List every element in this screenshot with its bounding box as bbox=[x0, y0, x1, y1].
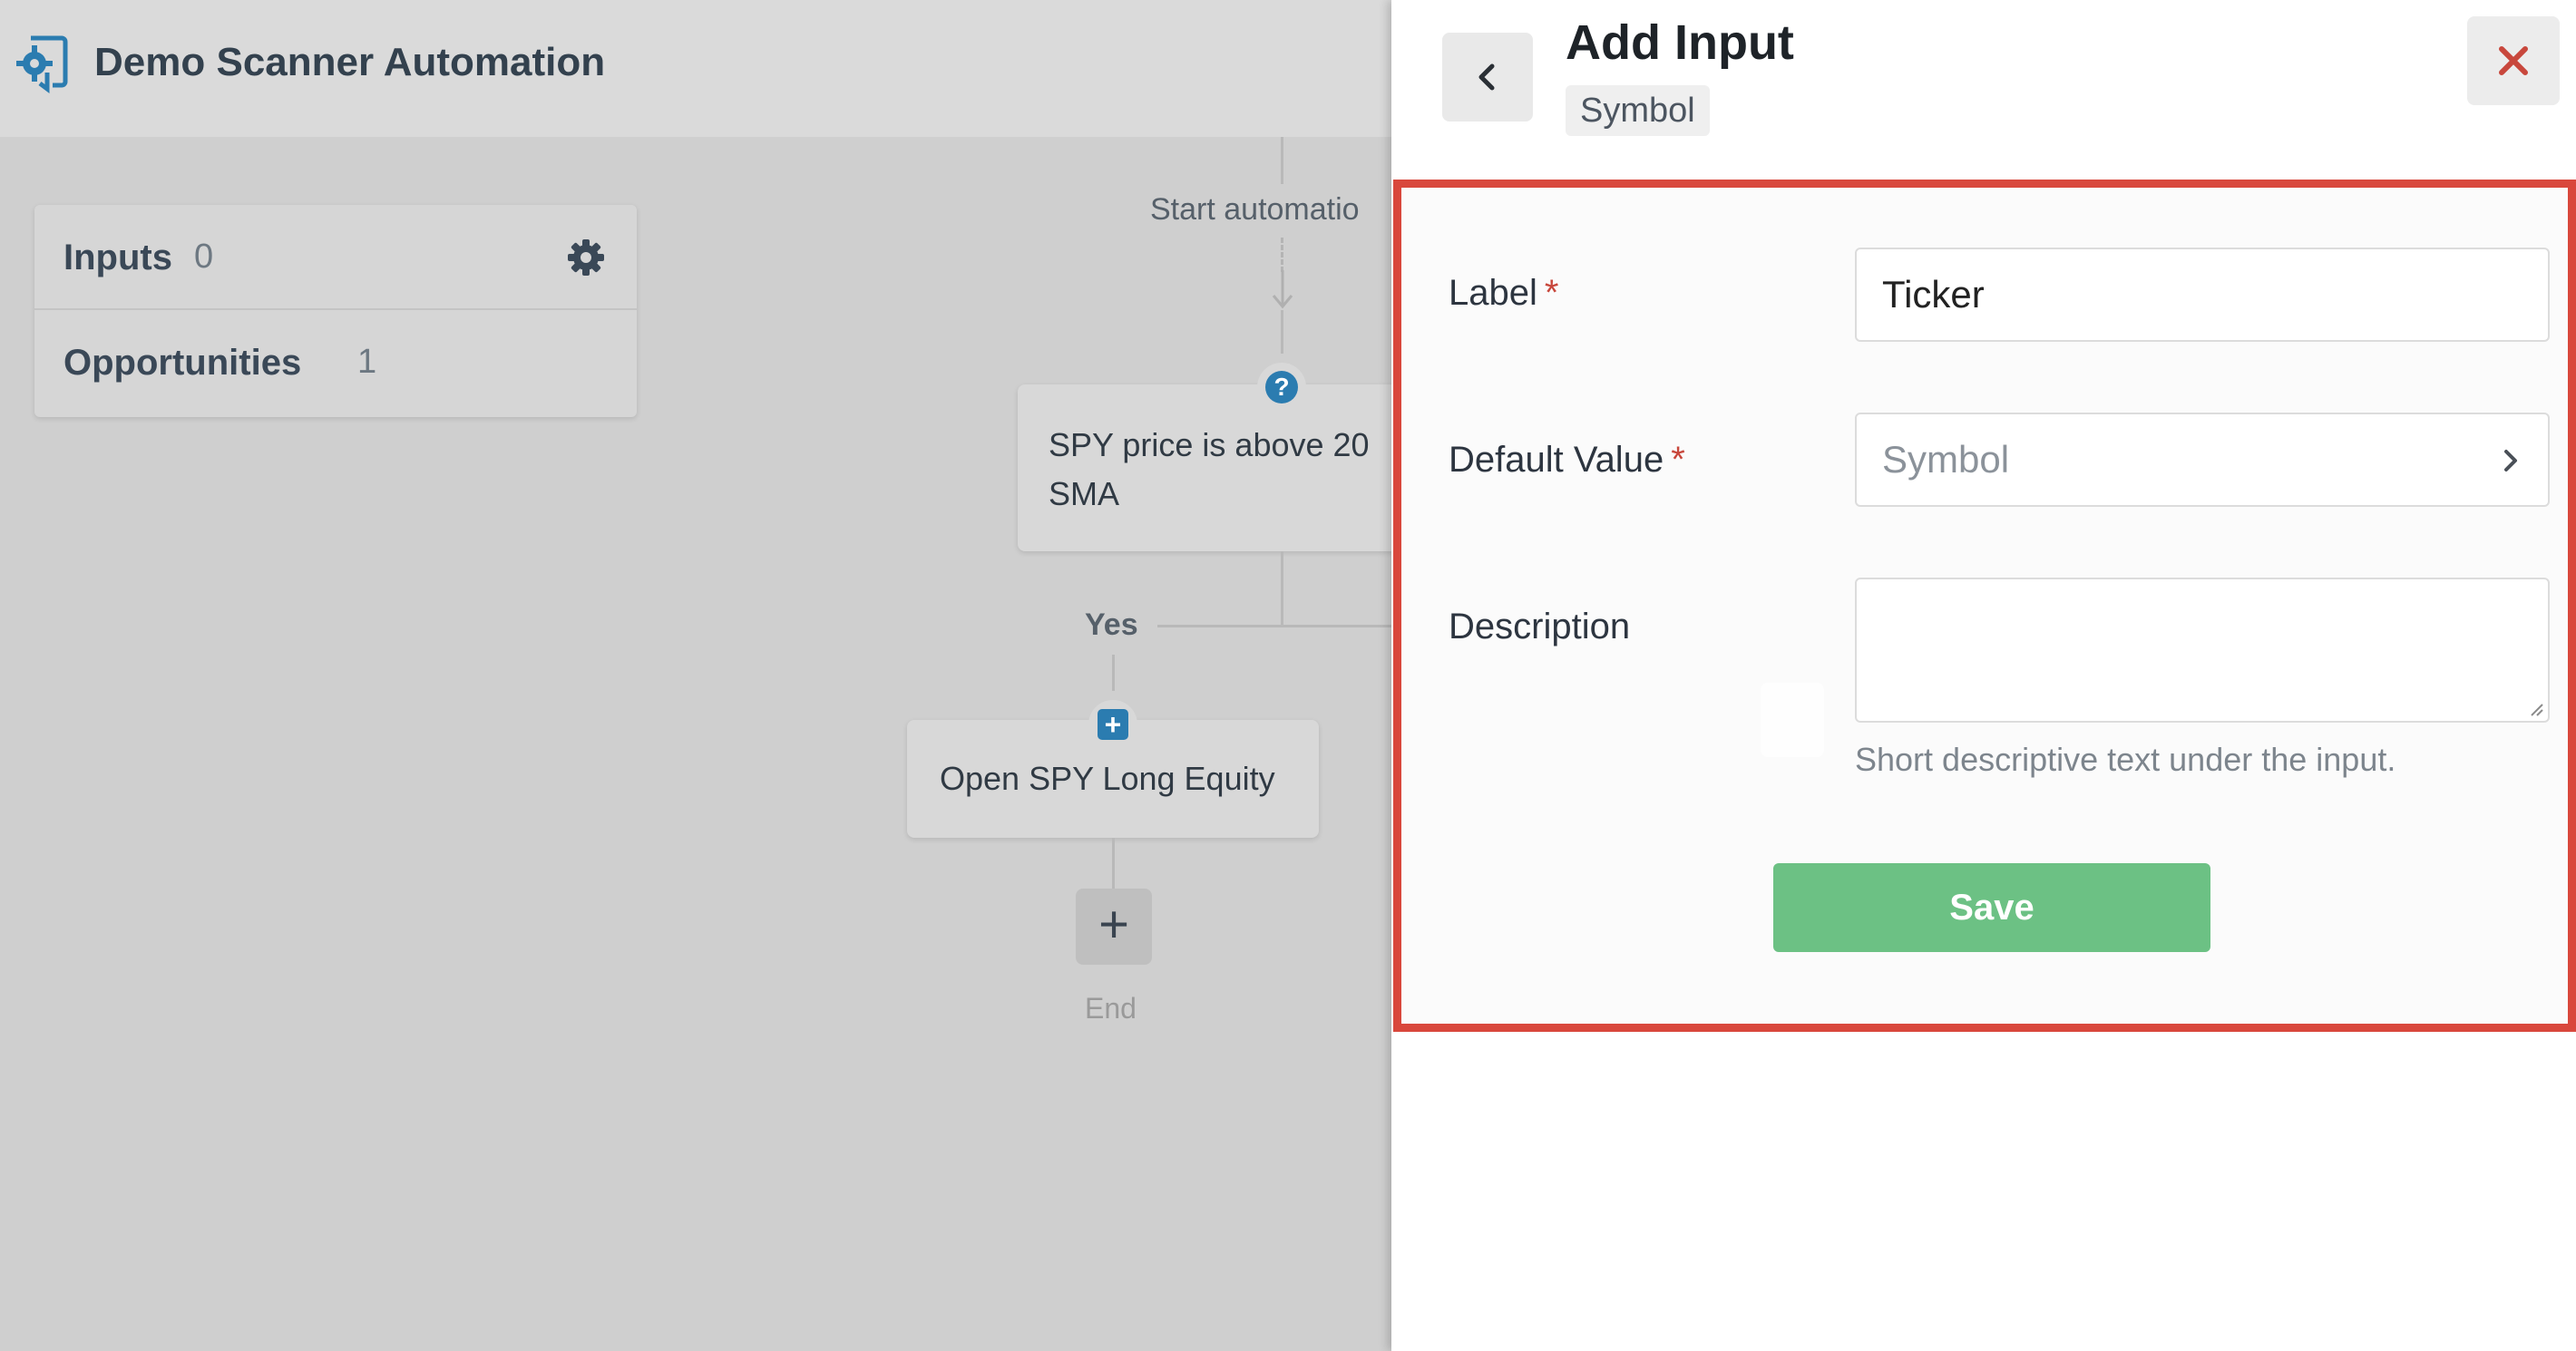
arrow-down-icon bbox=[1272, 270, 1293, 309]
back-button[interactable] bbox=[1442, 33, 1533, 121]
sidebar-item-inputs[interactable]: Inputs 0 bbox=[34, 205, 637, 310]
flow-branch-line bbox=[1157, 625, 1397, 627]
decorative-square bbox=[1761, 683, 1824, 757]
app-header: Demo Scanner Automation bbox=[0, 0, 1397, 137]
condition-badge: ? bbox=[1257, 363, 1306, 412]
description-textarea[interactable] bbox=[1855, 578, 2550, 723]
flow-connector bbox=[1112, 655, 1115, 691]
input-form: Label * Ticker Default Value * Symbol Desc… bbox=[1393, 180, 2576, 1032]
gear-icon[interactable] bbox=[566, 238, 606, 277]
sidebar-item-label: Inputs bbox=[63, 238, 172, 277]
chevron-left-icon bbox=[1478, 63, 1495, 91]
action-node-label: Open SPY Long Equity bbox=[940, 760, 1275, 797]
plus-square-icon: + bbox=[1098, 709, 1128, 740]
label-input[interactable]: Ticker bbox=[1855, 248, 2550, 342]
description-field-label: Description bbox=[1449, 607, 1631, 646]
flow-connector bbox=[1281, 551, 1283, 627]
sidebar-card: Inputs 0 Opportunities 1 bbox=[34, 205, 637, 417]
required-mark: * bbox=[1671, 440, 1685, 480]
default-value-field-text: Default Value bbox=[1449, 440, 1664, 480]
description-help-text: Short descriptive text under the input. bbox=[1855, 741, 2396, 778]
condition-text-line1: SPY price is above 20 bbox=[1049, 426, 1370, 463]
flow-connector bbox=[1281, 137, 1283, 184]
app-title: Demo Scanner Automation bbox=[94, 40, 606, 84]
input-type-chip: Symbol bbox=[1566, 85, 1710, 136]
sidebar-item-label: Opportunities bbox=[63, 343, 302, 383]
automation-canvas: Demo Scanner Automation Inputs 0 Opportu… bbox=[0, 0, 1397, 1351]
panel-title: Add Input bbox=[1566, 15, 1794, 70]
close-icon bbox=[2499, 46, 2528, 75]
branch-label-yes: Yes bbox=[1085, 607, 1138, 642]
default-value-select[interactable]: Symbol bbox=[1855, 413, 2550, 507]
required-mark: * bbox=[1544, 273, 1559, 313]
chevron-right-icon bbox=[2504, 450, 2517, 471]
sidebar-item-opportunities[interactable]: Opportunities 1 bbox=[34, 310, 637, 415]
question-icon: ? bbox=[1265, 371, 1298, 403]
flow-connector-dashed bbox=[1281, 238, 1283, 272]
condition-text-line2: SMA bbox=[1049, 475, 1120, 512]
close-button[interactable] bbox=[2467, 16, 2560, 105]
flow-connector bbox=[1281, 310, 1283, 354]
end-label: End bbox=[1085, 992, 1137, 1025]
sidebar-item-count: 1 bbox=[357, 343, 377, 381]
default-value-placeholder: Symbol bbox=[1882, 438, 2010, 481]
sidebar-item-count: 0 bbox=[194, 238, 214, 276]
flow-connector bbox=[1112, 838, 1115, 889]
add-input-panel: Add Input Symbol Label * Ticker Default V… bbox=[1391, 0, 2576, 1351]
action-badge: + bbox=[1088, 700, 1137, 749]
save-button[interactable]: Save bbox=[1773, 863, 2210, 952]
gear-document-icon bbox=[16, 35, 68, 93]
default-value-field-label: Default Value * bbox=[1449, 440, 1685, 481]
condition-node[interactable]: SPY price is above 20 SMA bbox=[1018, 384, 1397, 551]
resize-handle-icon[interactable] bbox=[2526, 699, 2544, 717]
add-step-button[interactable]: + bbox=[1076, 889, 1152, 965]
label-field-text: Label bbox=[1449, 273, 1537, 313]
label-field-label: Label * bbox=[1449, 273, 1558, 314]
flow-start-label: Start automatio bbox=[1150, 192, 1360, 227]
